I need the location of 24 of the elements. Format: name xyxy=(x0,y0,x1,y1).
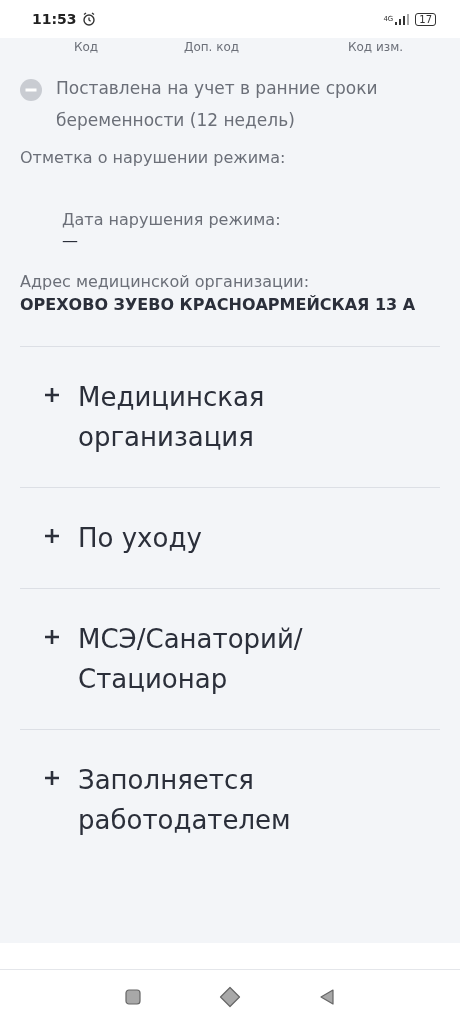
field-label: Дата нарушения режима: xyxy=(62,209,282,231)
home-nav-icon[interactable] xyxy=(219,986,241,1008)
column-header: Доп. код xyxy=(184,40,241,54)
field-value: ОРЕХОВО ЗУЕВО КРАСНОАРМЕЙСКАЯ 13 А xyxy=(20,294,417,316)
column-header: Код xyxy=(74,40,100,54)
square-nav-icon[interactable] xyxy=(125,989,141,1005)
plus-icon xyxy=(44,629,60,645)
field-label: Адрес медицинской организации: xyxy=(20,271,311,293)
section-header[interactable]: По уходу xyxy=(20,488,440,588)
plus-icon xyxy=(44,528,60,544)
status-text: Поставлена на учет в ранние сроки беременности (12 недель) xyxy=(56,77,379,132)
section-header[interactable]: МСЭ/Санаторий/ Стационар xyxy=(20,589,440,729)
section-header[interactable]: Заполняется работодателем xyxy=(20,730,440,870)
clock-time: 11:53 xyxy=(32,11,77,27)
column-header: Код изм. xyxy=(348,40,404,54)
section-header[interactable]: Медицинская организация xyxy=(20,347,440,487)
alarm-icon xyxy=(81,12,96,26)
signal-icon xyxy=(395,13,410,25)
back-nav-icon[interactable] xyxy=(319,988,335,1006)
field-label: Отметка о нарушении режима: xyxy=(20,147,287,169)
plus-icon xyxy=(44,387,60,403)
plus-icon xyxy=(44,770,60,786)
battery-level: 17 xyxy=(415,12,436,26)
field-value: — xyxy=(62,232,79,250)
